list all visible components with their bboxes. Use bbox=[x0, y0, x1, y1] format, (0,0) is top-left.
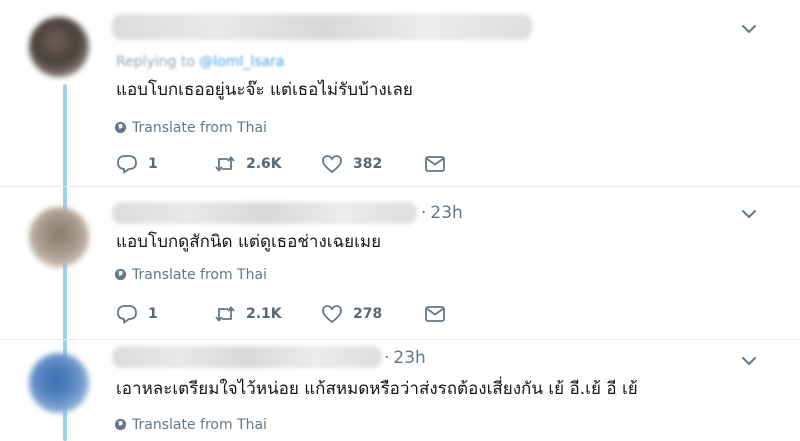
translate-label: Translate from Thai bbox=[132, 417, 267, 433]
globe-icon bbox=[114, 121, 127, 134]
translate-label: Translate from Thai bbox=[132, 120, 267, 136]
like-button[interactable]: 278 bbox=[321, 302, 382, 326]
retweet-icon bbox=[215, 306, 235, 322]
translate-link[interactable]: Translate from Thai bbox=[114, 267, 267, 283]
tweet-text: แอบโบกดูสักนิด แต่ดูเธอช่างเฉยเมย bbox=[116, 232, 382, 252]
replying-to-label: Replying to @loml_lsara bbox=[116, 54, 346, 70]
chevron-down-icon[interactable] bbox=[740, 207, 758, 221]
retweet-button[interactable]: 2.1K bbox=[214, 302, 282, 326]
like-count: 278 bbox=[353, 306, 383, 322]
globe-icon bbox=[114, 418, 127, 431]
avatar[interactable] bbox=[29, 207, 89, 267]
translate-link[interactable]: Translate from Thai bbox=[114, 120, 267, 136]
translate-label: Translate from Thai bbox=[132, 267, 267, 283]
author-name-blurred[interactable] bbox=[112, 202, 417, 224]
tweet-actions: 1 2.1K 278 bbox=[116, 302, 456, 326]
tweet-timestamp[interactable]: · 23h bbox=[384, 348, 426, 368]
chevron-down-icon[interactable] bbox=[740, 22, 758, 36]
retweet-button[interactable]: 2.6K bbox=[214, 152, 282, 176]
retweet-icon bbox=[215, 156, 235, 172]
replying-handle-link[interactable]: @loml_lsara bbox=[199, 54, 284, 70]
reply-icon bbox=[117, 305, 137, 324]
tweet-feed: Replying to @loml_lsara แอบโบกเธออยู่นะจ… bbox=[0, 0, 800, 441]
like-button[interactable]: 382 bbox=[321, 152, 382, 176]
like-count: 382 bbox=[353, 156, 383, 172]
globe-icon bbox=[114, 268, 127, 281]
tweet[interactable]: · 23h เอาหละเตรียมใจไว้หน่อย แก้สหมดหรือว… bbox=[0, 340, 800, 441]
chevron-down-icon[interactable] bbox=[740, 354, 758, 368]
translate-link[interactable]: Translate from Thai bbox=[114, 417, 267, 433]
author-name-blurred[interactable] bbox=[112, 14, 532, 40]
tweet-actions: 1 2.6K 382 bbox=[116, 152, 456, 176]
direct-message-button[interactable] bbox=[424, 302, 446, 326]
tweet-timestamp[interactable]: · 23h bbox=[421, 203, 463, 223]
replying-prefix: Replying to bbox=[116, 54, 195, 70]
timestamp-text: 23h bbox=[430, 203, 463, 223]
heart-icon bbox=[322, 305, 342, 324]
timestamp-text: 23h bbox=[393, 348, 426, 368]
author-name-blurred[interactable] bbox=[112, 346, 382, 368]
reply-count: 1 bbox=[148, 306, 158, 322]
reply-button[interactable]: 1 bbox=[116, 302, 158, 326]
tweet[interactable]: Replying to @loml_lsara แอบโบกเธออยู่นะจ… bbox=[0, 0, 800, 186]
avatar[interactable] bbox=[29, 353, 89, 413]
reply-button[interactable]: 1 bbox=[116, 152, 158, 176]
tweet-text: แอบโบกเธออยู่นะจ๊ะ แต่เธอไม่รับบ้างเลย bbox=[116, 80, 413, 100]
tweet[interactable]: · 23h แอบโบกดูสักนิด แต่ดูเธอช่างเฉยเมย T… bbox=[0, 187, 800, 339]
heart-icon bbox=[322, 155, 342, 174]
tweet-text: เอาหละเตรียมใจไว้หน่อย แก้สหมดหรือว่าส่ง… bbox=[116, 379, 638, 399]
avatar[interactable] bbox=[29, 17, 89, 77]
reply-icon bbox=[117, 155, 137, 174]
reply-count: 1 bbox=[148, 156, 158, 172]
envelope-icon bbox=[425, 306, 445, 322]
direct-message-button[interactable] bbox=[424, 152, 446, 176]
retweet-count: 2.6K bbox=[246, 156, 282, 172]
envelope-icon bbox=[425, 156, 445, 172]
retweet-count: 2.1K bbox=[246, 306, 282, 322]
